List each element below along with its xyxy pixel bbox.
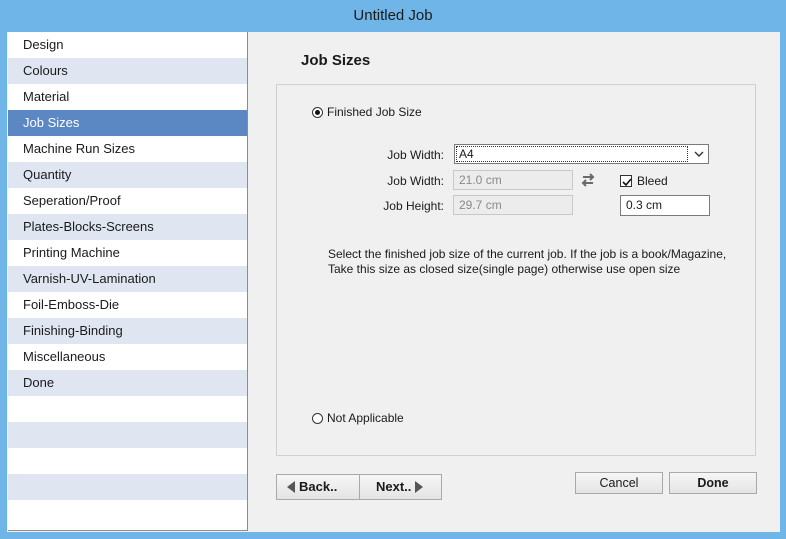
job-height-label: Job Height: [383, 199, 444, 213]
bleed-checkbox[interactable] [620, 175, 632, 187]
sidebar-empty-row [8, 422, 247, 448]
nav-divider [359, 475, 360, 499]
sidebar-item-seperation-proof[interactable]: Seperation/Proof [8, 188, 247, 214]
sidebar-item-printing-machine[interactable]: Printing Machine [8, 240, 247, 266]
sidebar-empty-row [8, 396, 247, 422]
window-title: Untitled Job [353, 7, 433, 24]
help-text-line-1: Select the finished job size of the curr… [328, 247, 727, 261]
arrow-right-icon [415, 481, 424, 493]
sidebar-item-finishing-binding[interactable]: Finishing-Binding [8, 318, 247, 344]
checkmark-icon [622, 178, 632, 187]
next-button[interactable]: Next.. [376, 475, 424, 499]
finished-job-size-radio[interactable] [312, 106, 323, 118]
finished-job-size-option[interactable]: Finished Job Size [312, 105, 422, 119]
bleed-label: Bleed [637, 174, 668, 188]
help-text-line-2: Take this size as closed size(single pag… [328, 262, 681, 276]
sidebar-empty-row [8, 474, 247, 500]
arrow-left-icon [287, 481, 295, 493]
sidebar-item-job-sizes[interactable]: Job Sizes [8, 110, 247, 136]
bleed-option[interactable]: Bleed [620, 174, 668, 188]
cancel-button[interactable]: Cancel [575, 472, 663, 494]
back-button[interactable]: Back.. [287, 475, 337, 499]
job-size-help-text: Select the finished job size of the curr… [328, 247, 738, 277]
swap-arrows-icon[interactable] [579, 171, 597, 189]
job-width-label: Job Width: [387, 174, 444, 188]
sidebar-item-colours[interactable]: Colours [8, 58, 247, 84]
finished-job-size-label: Finished Job Size [327, 105, 422, 119]
done-button[interactable]: Done [669, 472, 757, 494]
not-applicable-label: Not Applicable [327, 411, 404, 425]
job-size-select[interactable]: A4 [454, 144, 709, 164]
chevron-down-icon[interactable] [693, 148, 705, 160]
page-title: Job Sizes [301, 52, 371, 69]
not-applicable-radio[interactable] [312, 412, 323, 424]
sidebar-item-plates-blocks-screens[interactable]: Plates-Blocks-Screens [8, 214, 247, 240]
back-label: Back.. [299, 479, 338, 494]
next-label: Next.. [376, 479, 412, 494]
sidebar-item-varnish-uv-lamination[interactable]: Varnish-UV-Lamination [8, 266, 247, 292]
job-size-select-value: A4 [456, 146, 688, 162]
job-width-field[interactable]: 21.0 cm [453, 170, 573, 190]
sidebar-empty-row [8, 500, 247, 526]
sidebar-item-foil-emboss-die[interactable]: Foil-Emboss-Die [8, 292, 247, 318]
sidebar-item-quantity[interactable]: Quantity [8, 162, 247, 188]
not-applicable-option[interactable]: Not Applicable [312, 411, 404, 425]
sidebar-item-miscellaneous[interactable]: Miscellaneous [8, 344, 247, 370]
sidebar-item-done[interactable]: Done [8, 370, 247, 396]
bleed-value-input[interactable]: 0.3 cm [620, 195, 710, 216]
navigation-buttons: Back.. Next.. [276, 474, 442, 500]
job-height-field[interactable]: 29.7 cm [453, 195, 573, 215]
sidebar: Design Colours Material Job Sizes Machin… [8, 32, 248, 531]
sidebar-empty-row [8, 448, 247, 474]
sidebar-item-machine-run-sizes[interactable]: Machine Run Sizes [8, 136, 247, 162]
sidebar-item-material[interactable]: Material [8, 84, 247, 110]
size-select-label: Job Width: [387, 148, 444, 162]
window-titlebar: Untitled Job [0, 0, 786, 32]
sidebar-item-design[interactable]: Design [8, 32, 247, 58]
